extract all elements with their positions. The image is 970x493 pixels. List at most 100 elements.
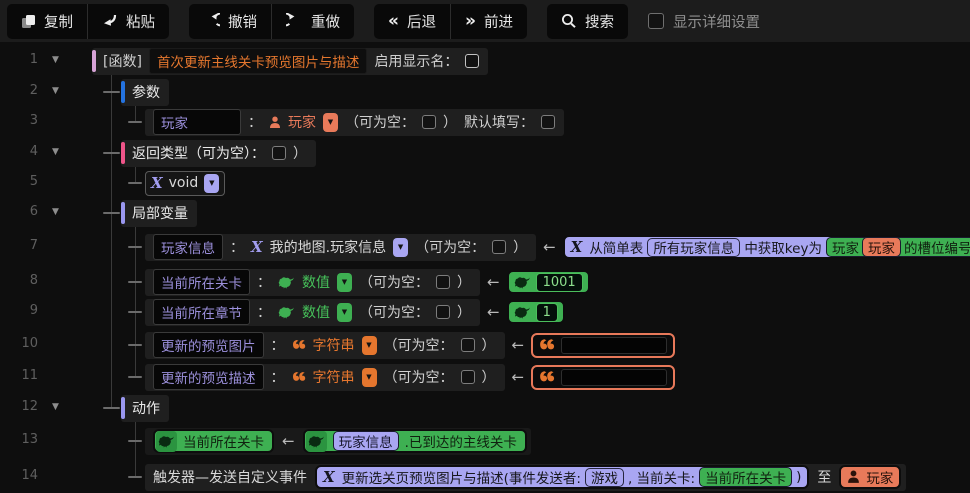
- collapse-icon[interactable]: ▼: [52, 402, 59, 412]
- var-name-input[interactable]: 当前所在章节: [153, 299, 250, 325]
- action-assign-row: 当前所在关卡 ← 玩家信息 .已到达的主线关卡: [145, 427, 531, 455]
- collapse-icon[interactable]: ▼: [52, 147, 59, 157]
- param-name-input[interactable]: 玩家: [153, 109, 241, 135]
- return-type-selector[interactable]: X void ▼: [145, 170, 226, 196]
- var-name-input[interactable]: 更新的预览图片: [153, 332, 264, 358]
- assign-arrow: ←: [511, 368, 525, 386]
- var-name-input[interactable]: 当前所在关卡: [153, 269, 250, 295]
- local-var-row: 更新的预览图片 ： 字符串 ▼ （可为空： ） ←: [145, 331, 676, 359]
- var-type-dropdown[interactable]: ▼: [337, 272, 352, 292]
- string-literal[interactable]: [531, 364, 676, 390]
- event-level-arg[interactable]: 当前所在关卡: [699, 467, 793, 487]
- var-name-input[interactable]: 更新的预览描述: [153, 364, 264, 390]
- function-header[interactable]: [函数] 首次更新主线关卡预览图片与描述 启用显示名：: [92, 47, 489, 75]
- nullable-checkbox[interactable]: [422, 115, 436, 129]
- search-button[interactable]: 搜索: [547, 4, 628, 39]
- key-expr[interactable]: 玩家 玩家 的槽位编号: [825, 237, 970, 257]
- return-type-dropdown[interactable]: ▼: [204, 173, 220, 193]
- locals-label: 局部变量: [132, 206, 188, 222]
- event-target[interactable]: 玩家: [839, 465, 902, 489]
- assign-source[interactable]: 玩家信息 .已到达的主线关卡: [302, 429, 527, 453]
- tree-tick: [128, 121, 142, 123]
- return-type-value-row: X void ▼: [145, 169, 226, 197]
- default-checkbox[interactable]: [541, 115, 555, 129]
- string-type-icon: [539, 338, 555, 352]
- var-playerinfo-decl: 玩家信息 ： X 我的地图.玩家信息 ▼ （可为空： ）: [145, 233, 537, 261]
- event-expr[interactable]: X 更新选关页预览图片与描述(事件发送者: 游戏 , 当前关卡: 当前所在关卡 …: [315, 465, 810, 489]
- integer-type-icon: [514, 306, 531, 319]
- nullable-checkbox[interactable]: [436, 275, 450, 289]
- return-type-row: 返回类型（可为空）： ）: [121, 139, 316, 167]
- show-details-checkbox[interactable]: [647, 13, 664, 29]
- int-literal[interactable]: 1001: [506, 270, 590, 294]
- undo-button[interactable]: 撤销: [189, 4, 271, 39]
- tree-guide: [111, 75, 112, 408]
- line-number: 9: [29, 303, 38, 318]
- int-value-input[interactable]: 1001: [535, 272, 583, 292]
- tree-guide: [135, 165, 136, 183]
- nullable-checkbox[interactable]: [460, 338, 475, 352]
- line-number: 3: [29, 113, 38, 128]
- string-value-input[interactable]: [561, 336, 668, 354]
- collapse-icon[interactable]: ▼: [52, 86, 59, 96]
- line-number: 13: [21, 432, 38, 447]
- close-paren: ）: [443, 115, 457, 131]
- string-literal[interactable]: [531, 332, 676, 358]
- var-type-dropdown[interactable]: ▼: [393, 237, 409, 257]
- string-value-input[interactable]: [561, 368, 668, 386]
- forward-button[interactable]: » 前进: [449, 3, 527, 39]
- expr-get-from-table[interactable]: X 从简单表 所有玩家信息 中获取key为 玩家 玩家 的槽位编号 的元素: [562, 235, 970, 259]
- var-type-dropdown[interactable]: ▼: [361, 335, 377, 355]
- event-text: 更新选关页预览图片与描述(事件发送者:: [341, 471, 581, 487]
- var-current-level-decl: 当前所在关卡 ： 数值 ▼ （可为空： ）: [145, 268, 480, 296]
- tree-tick: [128, 182, 142, 184]
- assign-target[interactable]: 当前所在关卡: [153, 429, 274, 453]
- locals-section[interactable]: 局部变量: [121, 199, 197, 227]
- key-param-arg[interactable]: 玩家: [861, 237, 901, 257]
- nullable-checkbox[interactable]: [436, 305, 450, 319]
- display-name-checkbox[interactable]: [465, 54, 480, 68]
- function-bar: [92, 50, 96, 72]
- local-var-row: 当前所在章节 ： 数值 ▼ （可为空： ） ← 1: [145, 298, 565, 326]
- redo-button[interactable]: 重做: [271, 3, 354, 39]
- collapse-icon[interactable]: ▼: [52, 55, 59, 65]
- param-player: 玩家 ： 玩家 ▼ （可为空： ） 默认填写：: [145, 108, 564, 136]
- param-type-dropdown[interactable]: ▼: [323, 112, 338, 132]
- tree-guide: [135, 104, 136, 122]
- show-details-toggle[interactable]: 显示详细设置: [647, 11, 760, 32]
- nullable-checkbox[interactable]: [460, 370, 475, 384]
- return-nullable-checkbox[interactable]: [272, 146, 286, 160]
- actions-section[interactable]: 动作: [121, 394, 169, 422]
- copy-label: 复制: [44, 14, 73, 31]
- actions-bar: [121, 397, 125, 419]
- source-object-arg[interactable]: 玩家信息: [332, 431, 399, 451]
- integer-type-icon: [514, 276, 531, 289]
- to-label: 至: [817, 470, 832, 486]
- back-button[interactable]: « 后退: [374, 4, 450, 39]
- nullable-checkbox[interactable]: [492, 240, 507, 254]
- collapse-icon[interactable]: ▼: [52, 207, 59, 217]
- return-type-section[interactable]: 返回类型（可为空）： ）: [121, 139, 316, 167]
- return-type-value: void: [168, 175, 199, 191]
- copy-button[interactable]: 复制: [7, 4, 87, 39]
- params-section[interactable]: 参数: [121, 78, 169, 106]
- forward-label: 前进: [483, 14, 513, 31]
- var-type-dropdown[interactable]: ▼: [337, 302, 352, 322]
- var-name-input[interactable]: 玩家信息: [153, 234, 223, 260]
- assign-arrow: ←: [543, 238, 556, 256]
- var-type-dropdown[interactable]: ▼: [361, 367, 377, 387]
- event-target-label: 玩家: [866, 471, 894, 487]
- assign-statement: 当前所在关卡 ← 玩家信息 .已到达的主线关卡: [145, 427, 531, 455]
- assign-arrow: ←: [511, 336, 525, 354]
- history-group: 撤销 重做: [189, 3, 354, 39]
- back-icon: «: [388, 11, 399, 31]
- event-sender-arg[interactable]: 游戏: [584, 467, 624, 487]
- int-value-input[interactable]: 1: [535, 302, 558, 322]
- paste-button[interactable]: 粘贴: [87, 3, 169, 39]
- nullable-label: （可为空：: [415, 240, 486, 256]
- source-member-label: .已到达的主线关卡: [404, 435, 517, 451]
- int-literal[interactable]: 1: [506, 300, 565, 324]
- expr-text: 中获取key为: [744, 241, 822, 257]
- function-name[interactable]: 首次更新主线关卡预览图片与描述: [148, 48, 368, 74]
- table-arg[interactable]: 所有玩家信息: [647, 237, 741, 257]
